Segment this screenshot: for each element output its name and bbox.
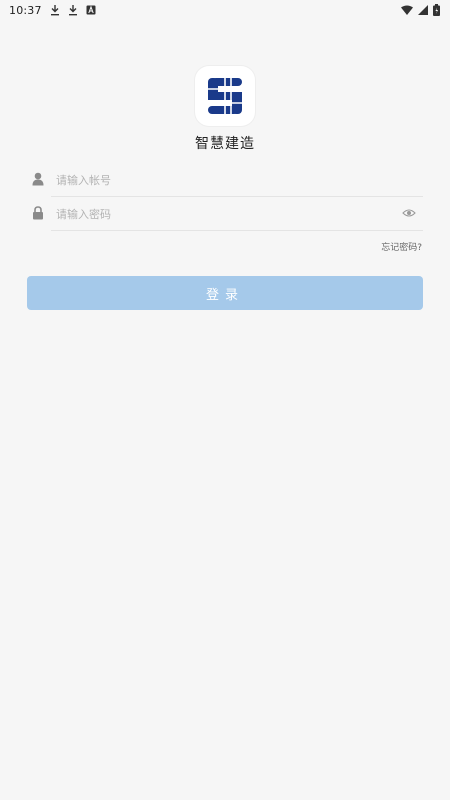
user-icon [32,172,44,186]
eye-icon[interactable] [402,208,416,218]
wifi-icon [401,5,413,15]
account-field [27,163,423,197]
download-icon [68,5,77,16]
signal-icon [418,5,428,15]
app-name: 智慧建造 [195,136,255,152]
a-icon [86,5,96,15]
lock-icon [33,206,43,220]
account-input[interactable] [51,163,423,197]
password-underline [51,230,423,231]
password-field [27,197,423,231]
login-button[interactable]: 登录 [27,276,423,310]
battery-icon [433,4,440,16]
app-logo [195,66,255,126]
download-icon [50,5,59,16]
forgot-password-link[interactable]: 忘记密码? [381,240,422,253]
status-time: 10:37 [9,3,42,17]
password-input[interactable] [51,197,423,231]
status-bar: 10:37 [0,0,450,20]
company-logo-icon [204,76,246,116]
